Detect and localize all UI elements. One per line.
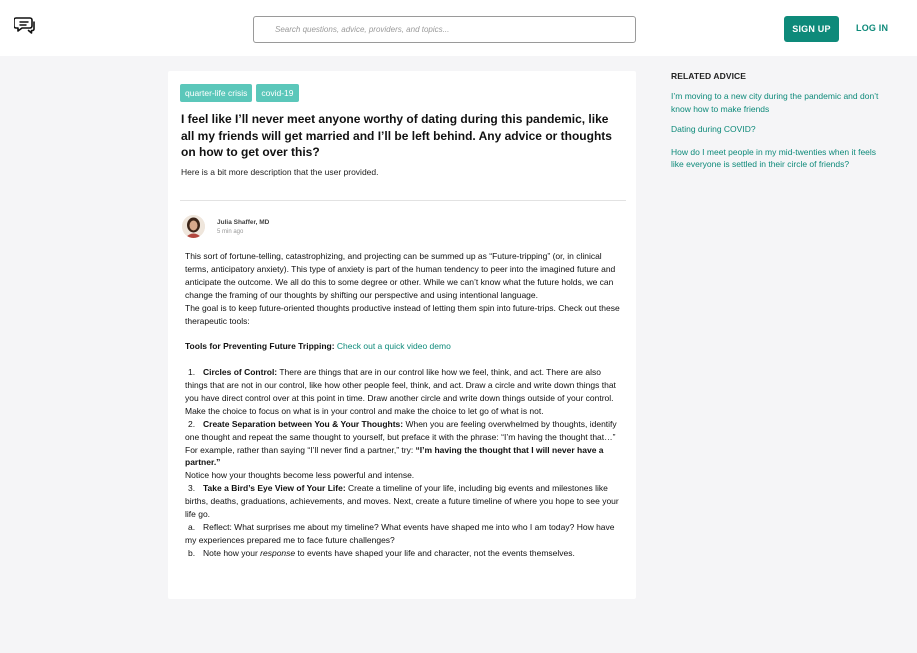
post-time: 5 min ago: [217, 229, 244, 235]
list-item: 1. Circles of Control: There are things t…: [185, 366, 621, 418]
sub-list-item-text: Reflect: What surprises me about my time…: [185, 522, 615, 545]
sub-list-item-text: Note how your: [203, 547, 261, 558]
sub-list-item: b. Note how your response to events have …: [185, 547, 621, 560]
provider-portrait-icon: [182, 215, 205, 238]
list-item-title: Take a Bird’s Eye View of Your Life:: [203, 483, 346, 494]
tools-line: Tools for Preventing Future Tripping: Ch…: [185, 340, 621, 353]
list-item-title: Circles of Control:: [203, 367, 278, 378]
sign-up-button[interactable]: SIGN UP: [784, 16, 839, 42]
related-advice-heading: RELATED ADVICE: [671, 71, 747, 81]
list-number: 2.: [188, 418, 196, 429]
search-bar[interactable]: [253, 16, 636, 43]
list-item: 2. Create Separation between You & Your T…: [185, 418, 621, 470]
sub-list-item-emphasis: response: [260, 547, 296, 558]
related-advice-link[interactable]: Dating during COVID?: [671, 123, 886, 136]
search-input[interactable]: [254, 17, 635, 42]
answer-note: Notice how your thoughts become less pow…: [185, 470, 415, 481]
log-in-link[interactable]: LOG IN: [856, 23, 888, 33]
answer-body: This sort of fortune-telling, catastroph…: [185, 250, 621, 560]
question-card: quarter-life crisis covid-19 I feel like…: [168, 71, 636, 599]
author-name[interactable]: Julia Shaffer, MD: [217, 219, 269, 226]
avatar[interactable]: [182, 215, 205, 238]
chat-bubbles-icon[interactable]: [14, 16, 36, 34]
list-letter: a.: [188, 522, 196, 532]
answer-paragraph: The goal is to keep future-oriented thou…: [185, 302, 620, 326]
list-letter: b.: [188, 547, 196, 558]
answer-paragraph: This sort of fortune-telling, catastroph…: [185, 251, 616, 300]
related-advice-link[interactable]: I’m moving to a new city during the pand…: [671, 90, 886, 115]
related-advice-panel: RELATED ADVICE I’m moving to a new city …: [671, 71, 886, 171]
list-number: 1.: [188, 367, 196, 378]
divider: [180, 200, 626, 201]
tag-quarter-life-crisis[interactable]: quarter-life crisis: [180, 84, 253, 102]
tools-label: Tools for Preventing Future Tripping:: [185, 341, 335, 352]
list-item: 3. Take a Bird’s Eye View of Your Life: C…: [185, 482, 621, 521]
tag-covid-19[interactable]: covid-19: [256, 84, 299, 102]
top-header: SIGN UP LOG IN: [0, 0, 917, 56]
related-advice-link[interactable]: How do I meet people in my mid-twenties …: [671, 146, 886, 171]
sub-list-item: a. Reflect: What surprises me about my ti…: [185, 521, 621, 547]
question-description: Here is a bit more description that the …: [181, 167, 379, 177]
list-number: 3.: [188, 483, 196, 494]
sub-list-item-text: to events have shaped your life and char…: [295, 547, 575, 558]
video-demo-link[interactable]: Check out a quick video demo: [337, 341, 451, 351]
tag-list: quarter-life crisis covid-19: [180, 84, 299, 102]
question-title: I feel like I’ll never meet anyone worth…: [181, 112, 612, 159]
list-item-title: Create Separation between You & Your Tho…: [203, 418, 404, 429]
